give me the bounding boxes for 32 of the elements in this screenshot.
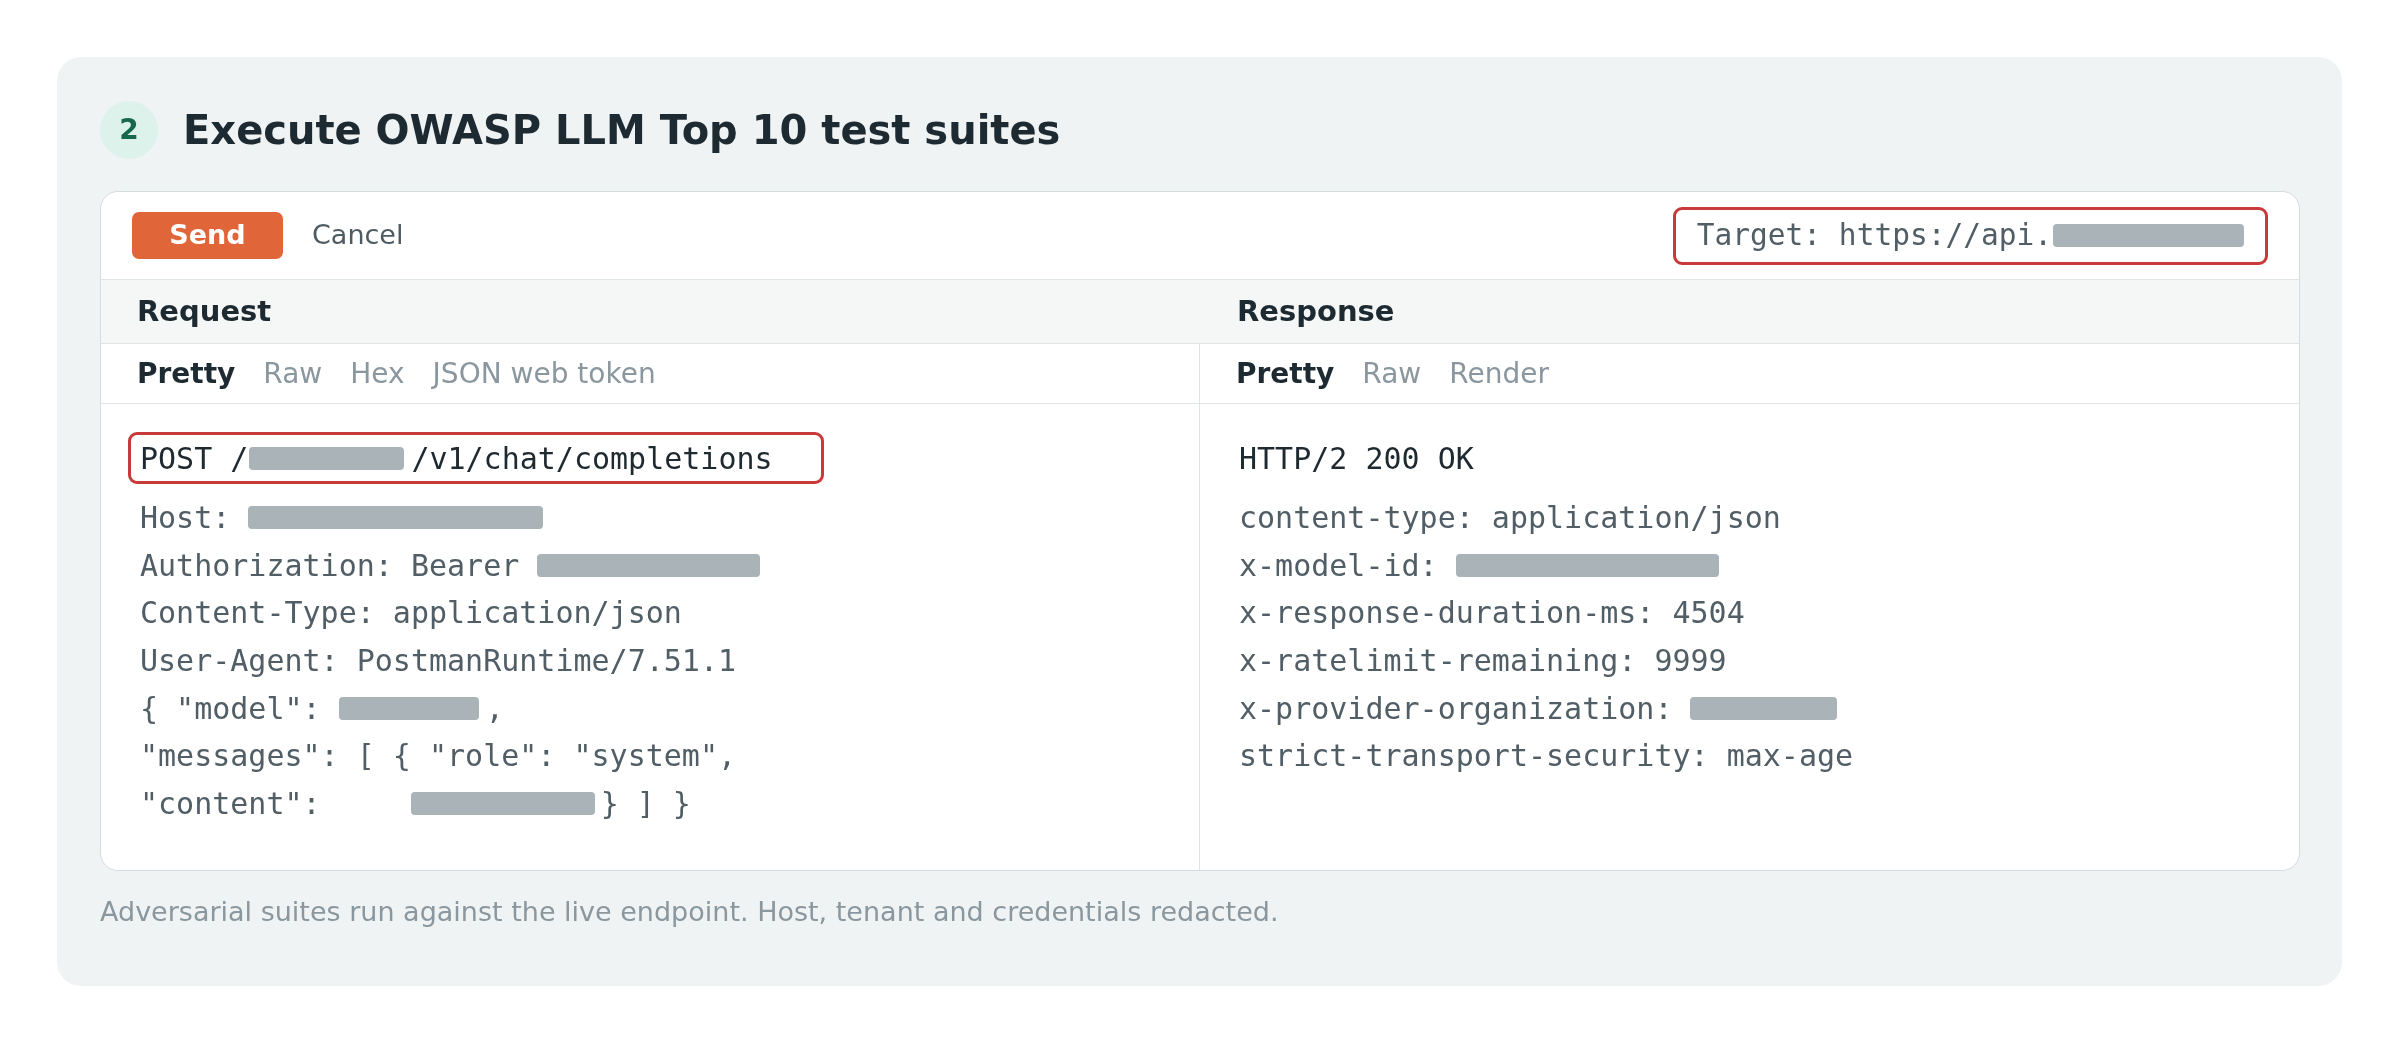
json-body-text: , bbox=[485, 689, 504, 728]
header-text: Content-Type: application/json bbox=[140, 594, 682, 633]
header-text: Authorization: Bearer bbox=[140, 546, 520, 585]
json-body-text: { "model": bbox=[140, 689, 321, 728]
header-text: strict-transport-security: max-age bbox=[1239, 737, 1854, 776]
header-text: User-Agent: PostmanRuntime/7.51.1 bbox=[140, 642, 737, 681]
pane-title: Request bbox=[137, 292, 272, 330]
json-body-text: "messages": [ { "role": "system", bbox=[140, 737, 737, 776]
request-line-text: /v1/chat/completions bbox=[411, 439, 773, 478]
view-tab[interactable]: Render bbox=[1449, 352, 1549, 395]
step-number: 2 bbox=[100, 101, 158, 159]
status-line-text: HTTP/2 200 OK bbox=[1239, 439, 1474, 478]
view-tab[interactable]: Pretty bbox=[137, 352, 236, 395]
view-tab[interactable]: Hex bbox=[350, 352, 405, 395]
json-body-text: "content": bbox=[140, 784, 321, 823]
pane-title: Response bbox=[1237, 292, 1395, 330]
cancel-button[interactable]: Cancel bbox=[312, 212, 404, 259]
header-text: x-provider-organization: bbox=[1239, 689, 1673, 728]
view-tab[interactable]: Pretty bbox=[1236, 352, 1335, 395]
view-tab[interactable]: JSON web token bbox=[432, 352, 656, 395]
send-button[interactable]: Send bbox=[132, 212, 283, 259]
request-line-text: POST / bbox=[140, 439, 249, 478]
header-text: x-model-id: bbox=[1239, 546, 1438, 585]
header-text: Host: bbox=[140, 499, 231, 538]
header-text: x-ratelimit-remaining: 9999 bbox=[1239, 642, 1727, 681]
caption-text: Adversarial suites run against the live endpoint. Host, tenant and credentials redacted. bbox=[100, 895, 1280, 930]
header-text: x-response-duration-ms: 4504 bbox=[1239, 594, 1745, 633]
target-url-text: Target: https://api. bbox=[1696, 217, 2052, 255]
view-tab[interactable]: Raw bbox=[263, 352, 323, 395]
view-tab[interactable]: Raw bbox=[1362, 352, 1422, 395]
json-body-text: } ] } bbox=[600, 784, 691, 823]
header-text: content-type: application/json bbox=[1239, 499, 1781, 538]
